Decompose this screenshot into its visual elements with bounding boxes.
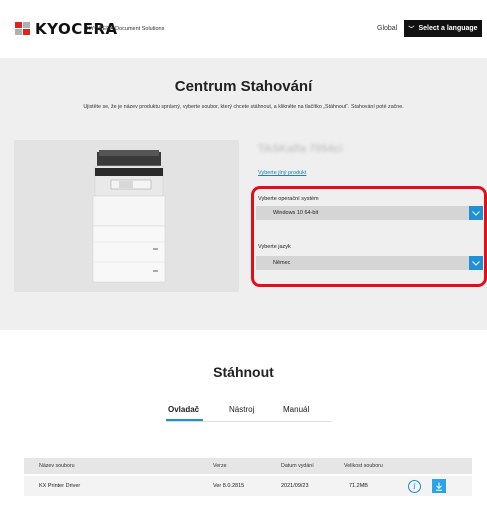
column-header-size: Velikost souboru (344, 463, 383, 469)
select-language-label: Select a language (418, 25, 478, 32)
tab-manual[interactable]: Manuál (283, 405, 309, 414)
product-name: TASKalfa 7054ci (258, 143, 343, 155)
table-row: KX Printer Driver Ver 8.0.2815 2021/09/2… (24, 476, 472, 496)
page-title: Centrum Stahování (174, 78, 313, 95)
page-subtitle: Ujistěte se, že je název produktu správn… (83, 104, 404, 110)
chevron-down-icon: ﹀ (408, 27, 415, 33)
column-header-version: Verze (213, 463, 227, 469)
site-header: KYOCERA KYOCERA Document Solutions Globa… (0, 0, 487, 58)
column-header-date: Datum vydání (281, 463, 314, 469)
file-name: KX Printer Driver (39, 483, 81, 489)
file-date: 2021/09/23 (281, 483, 309, 489)
active-tab-indicator (166, 419, 203, 421)
download-icon[interactable] (432, 479, 446, 493)
column-header-filename: Název souboru (39, 463, 75, 469)
change-product-link[interactable]: Vyberte jiný produkt (258, 170, 306, 176)
tab-divider (166, 421, 331, 422)
tab-driver[interactable]: Ovladač (168, 405, 199, 414)
printer-image (92, 150, 166, 283)
product-image-panel (14, 140, 239, 292)
company-name: KYOCERA Document Solutions (87, 26, 165, 32)
selection-highlight (251, 186, 487, 287)
file-size: 71.2MB (349, 483, 368, 489)
tab-utility[interactable]: Nástroj (229, 405, 254, 414)
info-icon[interactable]: i (408, 480, 421, 493)
table-header: Název souboru Verze Datum vydání Velikos… (24, 458, 472, 474)
download-tabs: Ovladač Nástroj Manuál (0, 405, 487, 425)
select-language-button[interactable]: ﹀ Select a language (404, 20, 482, 37)
file-version: Ver 8.0.2815 (213, 483, 245, 489)
kyocera-logo-icon (15, 22, 31, 36)
download-title: Stáhnout (213, 364, 274, 380)
region-link[interactable]: Global (377, 25, 397, 32)
